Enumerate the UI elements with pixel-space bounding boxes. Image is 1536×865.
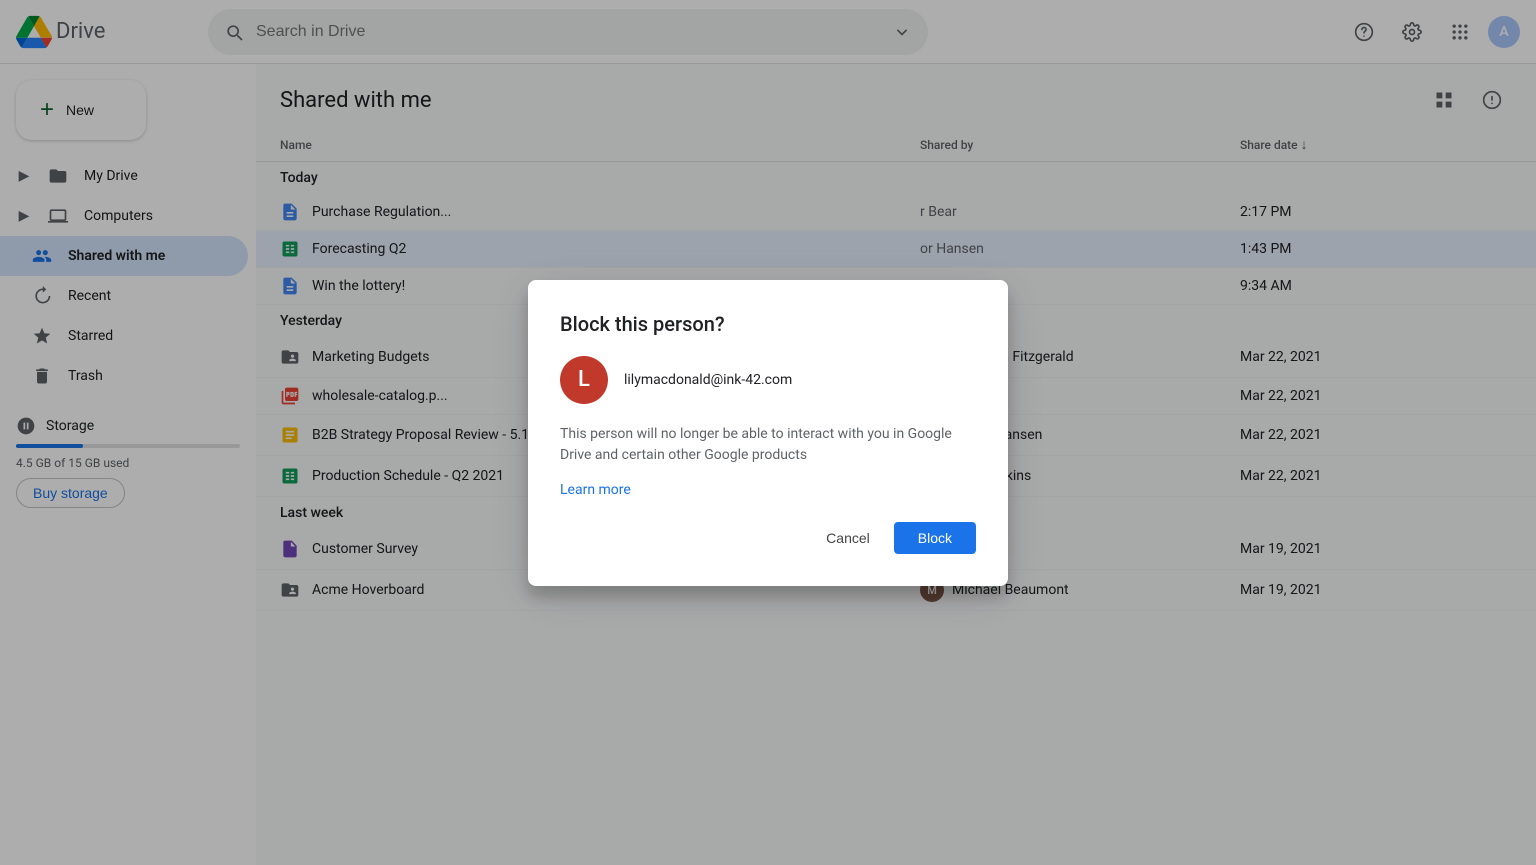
block-person-dialog: Block this person? L lilymacdonald@ink-4… [528, 280, 1008, 586]
dialog-description: This person will no longer be able to in… [560, 424, 976, 466]
person-initial-avatar: L [560, 356, 608, 404]
block-button[interactable]: Block [894, 522, 976, 554]
dialog-title: Block this person? [560, 312, 976, 336]
dialog-overlay: Block this person? L lilymacdonald@ink-4… [0, 0, 1536, 865]
dialog-person-info: L lilymacdonald@ink-42.com [560, 356, 976, 404]
dialog-email: lilymacdonald@ink-42.com [624, 372, 792, 388]
dialog-actions: Cancel Block [560, 522, 976, 554]
cancel-button[interactable]: Cancel [810, 522, 886, 554]
learn-more-link[interactable]: Learn more [560, 482, 976, 498]
